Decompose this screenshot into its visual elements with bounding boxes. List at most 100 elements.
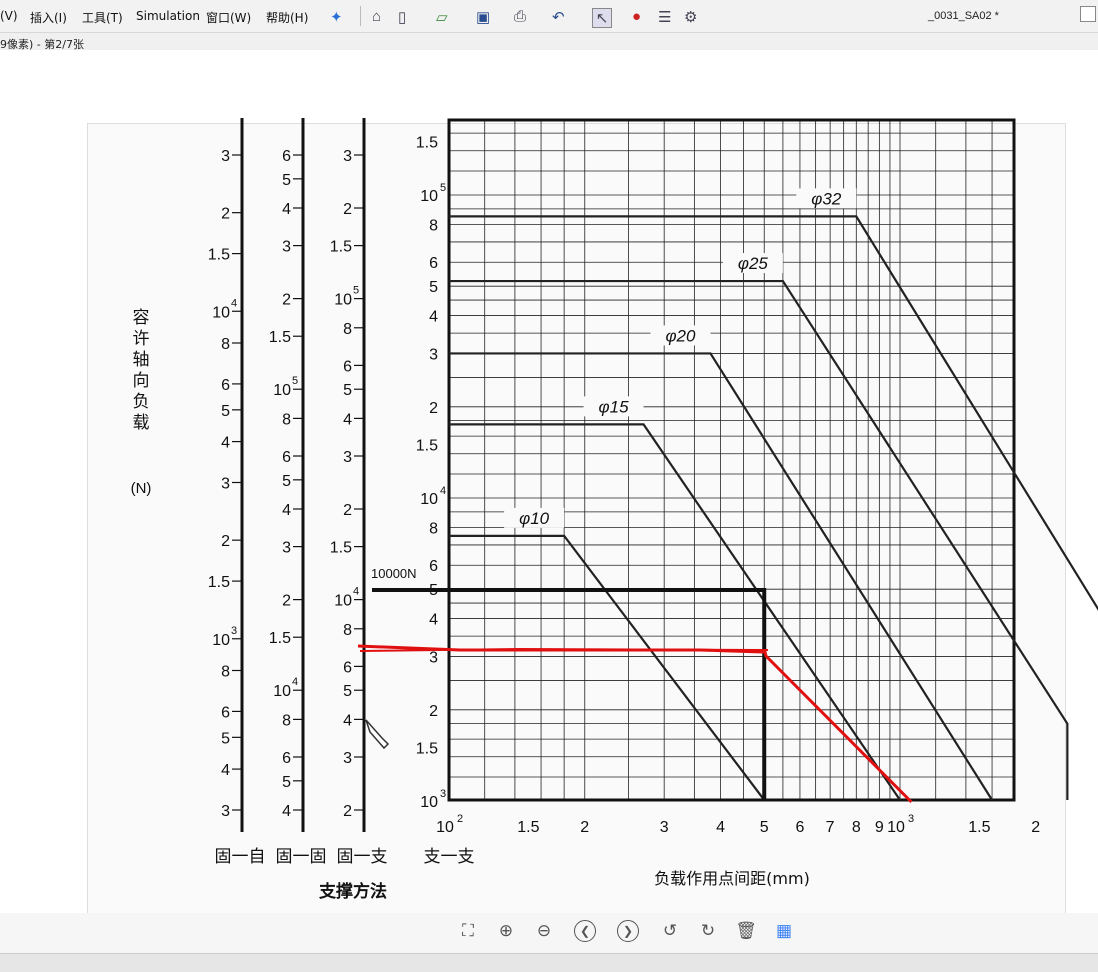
support-axis-tick-sup: 4 bbox=[292, 676, 298, 688]
support-axis-tick-label: 3 bbox=[221, 148, 230, 165]
home-icon[interactable]: ⌂ bbox=[372, 8, 381, 25]
support-axis-tick-label: 10 bbox=[273, 683, 291, 700]
series-label: φ20 bbox=[665, 326, 696, 345]
rotate-right-icon[interactable]: ↻ bbox=[695, 918, 721, 944]
menu-help[interactable]: 帮助(H) bbox=[266, 9, 308, 26]
support-axis-tick-label: 6 bbox=[221, 377, 230, 394]
window-button[interactable] bbox=[1080, 6, 1096, 22]
y-tick-label-main: 8 bbox=[429, 520, 438, 537]
viewer-toolbar: ⛶ ⊕ ⊖ ❮ ❯ ↺ ↻ 🗑 ▦ bbox=[0, 913, 1098, 953]
support-axis-tick-sup: 4 bbox=[231, 297, 237, 309]
support-axis-tick-label: 4 bbox=[221, 435, 230, 452]
support-axis-tick-label: 1.5 bbox=[269, 630, 291, 647]
menu-view[interactable]: (V) bbox=[0, 9, 18, 23]
y-tick-label-main: 2 bbox=[429, 400, 438, 417]
series-line bbox=[449, 423, 901, 801]
open-file-icon[interactable]: ▱ bbox=[436, 8, 448, 26]
support-axis-tick-sup: 5 bbox=[292, 375, 298, 387]
support-axis-name: 固一自 bbox=[215, 847, 266, 867]
next-icon[interactable]: ❯ bbox=[617, 920, 639, 942]
x-tick-label: 3 bbox=[660, 819, 669, 836]
support-axis-tick-label: 3 bbox=[282, 239, 291, 256]
x-tick-label: 4 bbox=[716, 819, 725, 836]
support-method-title: 支撑方法 bbox=[319, 881, 387, 902]
support-axis-tick-label: 2 bbox=[282, 292, 291, 309]
support-axis-tick-label: 5 bbox=[282, 774, 291, 791]
x-tick-label: 1.5 bbox=[517, 819, 539, 836]
zoom-in-icon[interactable]: ⊕ bbox=[493, 918, 519, 944]
support-axis-tick-label: 2 bbox=[343, 803, 352, 820]
y-axis-label-char: 许 bbox=[133, 329, 150, 349]
y-tick-label-main: 5 bbox=[429, 279, 438, 296]
pin-icon[interactable]: ✦ bbox=[330, 8, 343, 26]
support-axis-tick-label: 3 bbox=[282, 540, 291, 557]
support-axis-tick-label: 5 bbox=[282, 473, 291, 490]
x-axis-label: 负载作用点间距(mm) bbox=[654, 869, 810, 888]
y-tick-label-main: 1.5 bbox=[416, 741, 438, 758]
menu-bar: (V) 插入(I) 工具(T) Simulation 窗口(W) 帮助(H) ✦… bbox=[0, 0, 1098, 33]
y-tick-sup: 4 bbox=[440, 485, 446, 497]
x-tick-label: 8 bbox=[852, 819, 861, 836]
y-axis-unit: (N) bbox=[131, 480, 152, 497]
prev-icon[interactable]: ❮ bbox=[574, 920, 596, 942]
support-axis-tick-label: 3 bbox=[343, 148, 352, 165]
y-axis-label-char: 容 bbox=[133, 308, 150, 328]
series-label: φ32 bbox=[811, 189, 842, 208]
x-tick-label: 2 bbox=[580, 819, 589, 836]
print-icon[interactable]: ⎙ bbox=[514, 8, 526, 25]
support-axis-name: 固一固 bbox=[276, 847, 327, 867]
series-label: φ25 bbox=[738, 254, 769, 273]
y-tick-label-main: 6 bbox=[429, 558, 438, 575]
series-line bbox=[449, 534, 766, 801]
support-axis-tick-label: 5 bbox=[221, 730, 230, 747]
pen-cursor-icon bbox=[365, 719, 390, 750]
support-axis-tick-label: 4 bbox=[221, 762, 230, 779]
support-axis-tick-label: 10 bbox=[334, 593, 352, 610]
undo-icon[interactable]: ↶ bbox=[552, 8, 565, 26]
y-tick-label-main: 10 bbox=[420, 188, 438, 205]
y-tick-label-main: 8 bbox=[429, 217, 438, 234]
properties-icon[interactable]: ☰ bbox=[658, 8, 671, 26]
y-axis-label-char: 负 bbox=[133, 392, 150, 412]
plot-frame bbox=[447, 118, 1016, 802]
fit-icon[interactable]: ⛶ bbox=[455, 918, 481, 944]
main-axis-name: 支一支 bbox=[424, 847, 475, 867]
support-axis-tick-label: 8 bbox=[282, 712, 291, 729]
support-axis-tick-label: 4 bbox=[282, 803, 291, 820]
y-tick-label-main: 3 bbox=[429, 346, 438, 363]
y-axis-label-char: 向 bbox=[133, 371, 150, 391]
support-axis-tick-sup: 5 bbox=[353, 285, 359, 297]
support-axis-tick-label: 3 bbox=[221, 476, 230, 493]
rotate-left-icon[interactable]: ↺ bbox=[657, 918, 683, 944]
y-tick-label-main: 1.5 bbox=[416, 135, 438, 152]
menu-simulation[interactable]: Simulation bbox=[136, 9, 200, 23]
support-axis-tick-label: 3 bbox=[221, 803, 230, 820]
support-axis-tick-label: 10 bbox=[212, 632, 230, 649]
x-tick-label: 10 bbox=[887, 819, 905, 836]
save-icon[interactable]: ▣ bbox=[476, 8, 490, 26]
menu-insert[interactable]: 插入(I) bbox=[30, 9, 67, 26]
support-axis-tick-label: 5 bbox=[282, 172, 291, 189]
support-axis-tick-label: 1.5 bbox=[208, 247, 230, 264]
delete-icon[interactable]: 🗑 bbox=[733, 918, 759, 944]
x-tick-label: 7 bbox=[826, 819, 835, 836]
x-tick-sup: 3 bbox=[908, 813, 914, 825]
grid-icon[interactable]: ▦ bbox=[771, 918, 797, 944]
support-axis-tick-label: 6 bbox=[282, 750, 291, 767]
x-tick-label: 2 bbox=[1031, 819, 1040, 836]
support-axis-tick-label: 6 bbox=[221, 704, 230, 721]
support-axis-tick-label: 1.5 bbox=[330, 239, 352, 256]
support-axis-tick-sup: 3 bbox=[231, 625, 237, 637]
zoom-out-icon[interactable]: ⊖ bbox=[531, 918, 557, 944]
settings-icon[interactable]: ⚙ bbox=[684, 8, 697, 26]
support-axis-tick-label: 8 bbox=[221, 663, 230, 680]
menu-window[interactable]: 窗口(W) bbox=[206, 9, 251, 26]
traffic-light-icon[interactable]: ● bbox=[632, 8, 641, 25]
menu-tools[interactable]: 工具(T) bbox=[82, 9, 123, 26]
support-axis-tick-label: 10 bbox=[273, 382, 291, 399]
select-icon[interactable]: ↖ bbox=[592, 8, 612, 28]
support-axis-tick-label: 8 bbox=[221, 336, 230, 353]
support-axis-tick-label: 4 bbox=[282, 502, 291, 519]
y-tick-label-main: 2 bbox=[429, 703, 438, 720]
new-file-icon[interactable]: ▯ bbox=[398, 8, 406, 26]
